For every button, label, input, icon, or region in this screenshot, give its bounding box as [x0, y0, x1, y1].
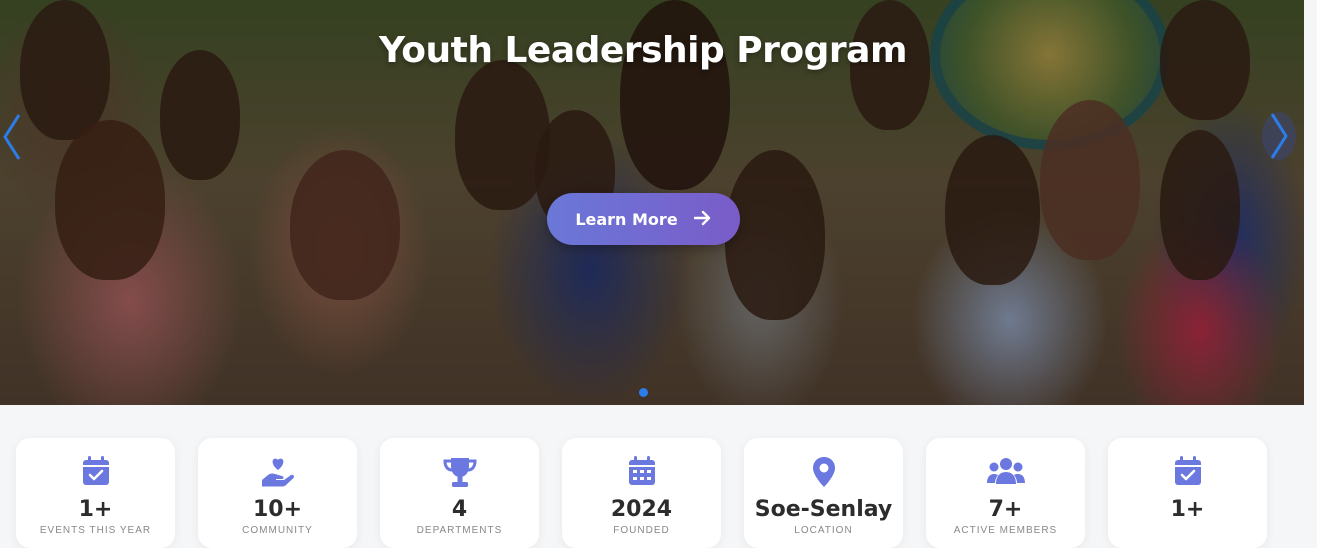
hero-title: Youth Leadership Program [379, 30, 907, 71]
stat-label: Founded [613, 525, 670, 536]
calendar-check-icon [1108, 456, 1267, 490]
map-pin-icon [744, 456, 903, 490]
stat-label: Location [794, 525, 853, 536]
chevron-right-icon [1270, 113, 1288, 159]
calendar-icon [562, 456, 721, 490]
stat-value: Soe-Senlay [754, 497, 893, 522]
chevron-left-icon [3, 114, 21, 160]
hero-photo-person [725, 150, 825, 320]
slider-next-button[interactable] [1262, 112, 1296, 160]
hero-slider: Youth Leadership Program Learn More [0, 0, 1304, 405]
stats-section: 1+ Events This Year 10+ Community 4 Depa… [0, 405, 1317, 548]
hero-photo-person [290, 150, 400, 300]
hero-photo-person [455, 60, 550, 210]
stat-value: 1+ [1170, 497, 1205, 522]
hero-photo-person [620, 0, 730, 190]
trophy-icon [380, 456, 539, 490]
hero-photo-person [945, 135, 1040, 285]
stat-value: 7+ [988, 497, 1023, 522]
stat-value: 2024 [610, 497, 673, 522]
hero-photo-person [1160, 130, 1240, 280]
slider-dot-active[interactable] [639, 388, 648, 397]
learn-more-button[interactable]: Learn More [547, 193, 740, 245]
users-icon [926, 456, 1085, 490]
stat-label: Community [242, 525, 313, 536]
stat-value: 1+ [78, 497, 113, 522]
hand-heart-icon [198, 456, 357, 490]
stat-value: 10+ [252, 497, 303, 522]
organization-seal [930, 0, 1170, 150]
hero-photo-person [55, 120, 165, 280]
stat-label: Departments [416, 525, 503, 536]
slider-prev-button[interactable] [0, 112, 30, 162]
stat-value: 4 [451, 497, 468, 522]
stat-label: Active Members [953, 525, 1058, 536]
arrow-right-icon [693, 209, 712, 229]
learn-more-label: Learn More [575, 209, 678, 229]
stat-label: Events This Year [39, 525, 152, 536]
calendar-check-icon [16, 456, 175, 490]
hero-photo-person [1040, 100, 1140, 260]
